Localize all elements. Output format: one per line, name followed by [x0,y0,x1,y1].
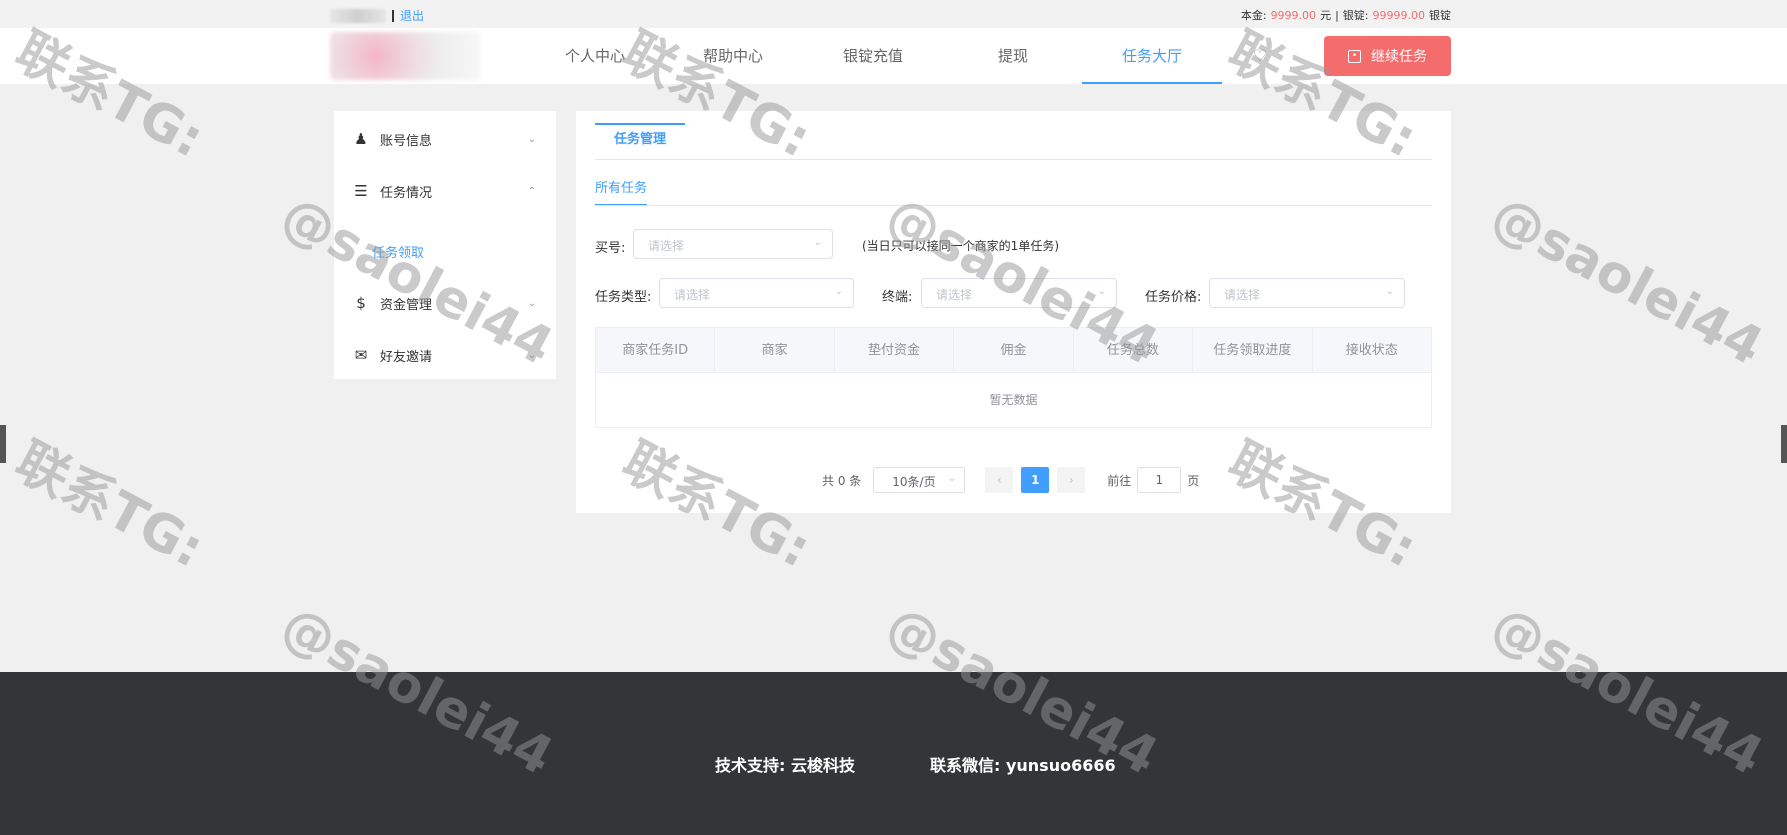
top-strip: 退出 本金: 9999.00 元 | 银锭: 99999.00 银锭 [0,0,1787,28]
chevron-down-icon: ⌄ [527,133,536,145]
buyer-select[interactable]: 请选择 ⌄ [633,229,833,259]
watermark: 联系TG: [5,431,214,580]
tab-all-tasks[interactable]: 所有任务 [595,177,647,206]
sidebar: ♟ 账号信息 ⌄ ☰ 任务情况 ⌃ 任务领取 $ 资金管理 ⌄ ✉ 好友邀请 ⌄ [334,111,556,379]
page-size-select[interactable]: 10条/页 ⌄ [873,467,966,493]
site-logo[interactable] [330,32,480,80]
chevron-down-icon: ⌄ [834,286,843,297]
sidebar-item-label: 资金管理 [380,297,433,313]
envelope-icon: ✉ [354,346,368,364]
page-size-value: 10条/页 [892,475,936,489]
buyer-placeholder: 请选择 [648,239,685,253]
ingot-value: 99999.00 [1372,8,1426,22]
sidebar-item-invite[interactable]: ✉ 好友邀请 ⌄ [334,335,556,375]
chevron-down-icon: ⌄ [813,237,822,248]
list-icon: ☰ [354,182,368,200]
chevron-down-icon: ⌄ [947,473,957,484]
terminal-select[interactable]: 请选择 ⌄ [921,278,1117,308]
sidebar-item-label: 账号信息 [380,133,433,149]
footer: 技术支持: 云梭科技 联系微信: yunsuo6666 [0,672,1787,835]
nav-help-center[interactable]: 帮助中心 [693,28,773,84]
subtab-divider [595,205,1432,206]
task-price-label: 任务价格: [1145,290,1202,305]
column-header: 佣金 [954,328,1074,372]
goto-page-input[interactable] [1137,467,1182,493]
nav-ingot-recharge[interactable]: 银锭充值 [833,28,913,84]
terminal-placeholder: 请选择 [936,288,973,302]
pagination-total: 共 0 条 [822,473,862,488]
sidebar-subitem-task-claim[interactable]: 任务领取 [372,242,424,261]
main-nav: 个人中心 帮助中心 银锭充值 提现 任务大厅 ♡ • 继续任务 [0,28,1787,84]
task-price-select[interactable]: 请选择 ⌄ [1209,278,1405,308]
sidebar-item-label: 任务情况 [380,185,433,201]
task-price-placeholder: 请选择 [1224,288,1261,302]
empty-state: 暂无数据 [989,393,1038,407]
username-blurred [330,8,386,23]
column-header: 商家 [715,328,835,372]
sidebar-item-funds[interactable]: $ 资金管理 ⌄ [334,283,556,323]
buyer-note: (当日只可以接同一个商家的1单任务) [862,239,1059,253]
column-header: 任务领取进度 [1193,328,1313,372]
buyer-label: 买号: [595,241,626,256]
money-bag-icon: $ [356,294,366,312]
page-suffix: 页 [1187,473,1200,488]
principal-label: 本金: [1240,9,1267,22]
nav-task-hall[interactable]: 任务大厅 [1082,28,1222,84]
tab-task-management[interactable]: 任务管理 [595,123,685,155]
column-header: 商家任务ID [596,328,716,372]
pagination: 共 0 条 10条/页 ⌄ ‹ 1 › 前往 页 [822,467,1199,493]
principal-unit: 元 [1320,9,1332,22]
nav-withdraw[interactable]: 提现 [973,28,1053,84]
footer-wechat: 联系微信: yunsuo6666 [930,756,1116,775]
bell-icon[interactable]: ♡ [1250,46,1270,66]
ingot-label: 银锭: [1342,9,1369,22]
right-edge-handle [1781,425,1787,463]
continue-task-button[interactable]: • 继续任务 [1324,36,1451,76]
tab-divider [595,159,1432,160]
principal-value: 9999.00 [1270,8,1317,22]
ingot-unit: 银锭 [1429,9,1451,22]
chevron-down-icon: ⌄ [527,349,536,361]
task-type-placeholder: 请选择 [674,288,711,302]
user-icon: ♟ [354,130,368,148]
footer-support: 技术支持: 云梭科技 [715,756,855,775]
chevron-down-icon: ⌄ [1385,286,1394,297]
page-number-button[interactable]: 1 [1021,467,1050,493]
continue-task-label: 继续任务 [1371,49,1427,65]
user-area: 退出 [330,7,424,24]
chevron-down-icon: ⌄ [527,297,536,309]
sidebar-item-account[interactable]: ♟ 账号信息 ⌄ [334,119,556,159]
terminal-label: 终端: [882,290,913,305]
sidebar-item-label: 好友邀请 [380,349,433,365]
chevron-down-icon: ⌄ [1097,286,1106,297]
prev-page-button[interactable]: ‹ [985,467,1014,493]
task-table: 商家任务ID 商家 垫付资金 佣金 任务总数 任务领取进度 接收状态 暂无数据 [595,327,1432,428]
column-header: 垫付资金 [835,328,955,372]
task-icon: • [1348,49,1361,63]
task-type-select[interactable]: 请选择 ⌄ [659,278,854,308]
table-header: 商家任务ID 商家 垫付资金 佣金 任务总数 任务领取进度 接收状态 [596,328,1431,373]
sidebar-item-tasks[interactable]: ☰ 任务情况 ⌃ [334,171,556,211]
chevron-up-icon: ⌃ [527,185,536,197]
balance-area: 本金: 9999.00 元 | 银锭: 99999.00 银锭 [1241,7,1451,23]
left-edge-handle [0,425,6,463]
divider [392,9,394,22]
column-header: 接收状态 [1345,343,1398,358]
goto-label: 前往 [1107,473,1132,488]
next-page-button[interactable]: › [1057,467,1086,493]
watermark: @saolei44 [1481,185,1773,378]
column-header: 任务总数 [1074,328,1194,372]
nav-personal-center[interactable]: 个人中心 [555,28,635,84]
task-type-label: 任务类型: [595,290,652,305]
balance-divider: | [1335,8,1339,22]
task-panel: 任务管理 所有任务 买号: 请选择 ⌄ (当日只可以接同一个商家的1单任务) 任… [576,111,1451,513]
logout-link[interactable]: 退出 [400,7,424,24]
